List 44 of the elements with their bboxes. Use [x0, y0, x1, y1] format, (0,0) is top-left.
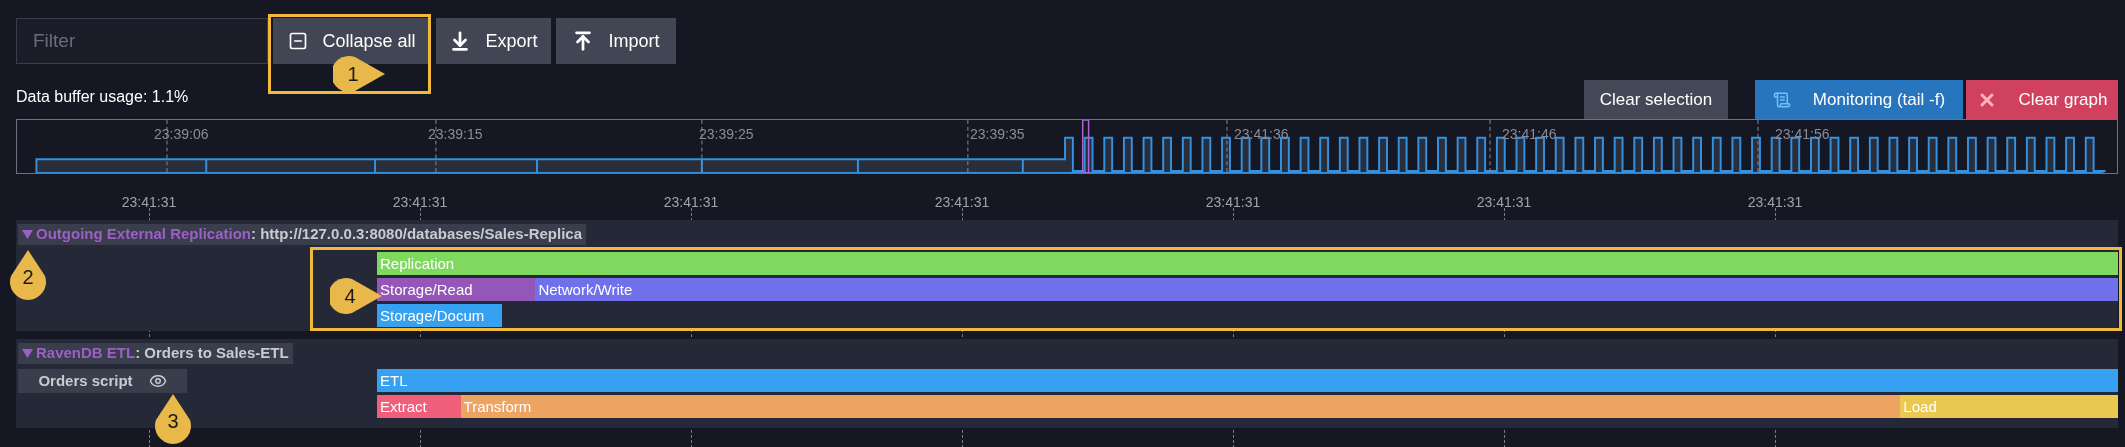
section-name: : Orders to Sales-ETL [135, 343, 289, 364]
time-axis-label: 23:41:31 [392, 193, 448, 212]
time-axis-label: 23:41:31 [1747, 193, 1803, 212]
document-icon [1772, 90, 1791, 109]
buffer-usage-text: Data buffer usage: 1.1% [16, 87, 189, 107]
collapse-icon [288, 31, 309, 51]
section-name: : http://127.0.0.3:8080/databases/Sales-Replica [251, 224, 583, 245]
eye-icon[interactable] [148, 372, 167, 390]
time-axis-label: 23:41:31 [663, 193, 719, 212]
section-type: RavenDB ETL [36, 343, 136, 364]
timeline-bar[interactable]: Storage/Read [377, 278, 536, 301]
overview-tick-label: 23:39:15 [428, 125, 483, 144]
monitoring-button[interactable]: Monitoring (tail -f) [1755, 80, 1963, 119]
collapse-triangle-icon[interactable] [22, 229, 33, 240]
collapse-button[interactable]: Collapse all [273, 18, 431, 64]
time-axis-label: 23:41:31 [934, 193, 990, 212]
export-button[interactable]: Export [436, 18, 551, 64]
section-header[interactable]: RavenDB ETL: Orders to Sales-ETL [18, 343, 293, 364]
callout: 2 [8, 250, 48, 300]
overview-tick-label: 23:41:36 [1234, 125, 1289, 144]
overview-tick-label: 23:41:56 [1775, 125, 1830, 144]
callout: 4 [330, 277, 382, 315]
section-header[interactable]: Outgoing External Replication: http://127.0.0.3:8080/databases/Sales-Replica [18, 224, 587, 245]
script-button[interactable]: Orders script [18, 369, 187, 393]
timeline-bar[interactable]: ETL [377, 369, 2118, 392]
filter-field[interactable]: Filter [16, 18, 268, 64]
callout: 1 [333, 55, 385, 93]
overview-tick-label: 23:39:35 [970, 125, 1025, 144]
overview-tick-label: 23:39:25 [699, 125, 754, 144]
clear-selection-button[interactable]: Clear selection [1584, 80, 1728, 119]
timeline-bar[interactable]: Extract [377, 395, 461, 418]
import-button[interactable]: Import [556, 18, 676, 64]
clear-graph-button[interactable]: Clear graph [1966, 80, 2118, 119]
time-axis-label: 23:41:31 [1476, 193, 1532, 212]
timeline-bar[interactable]: Network/Write [535, 278, 2118, 301]
section-type: Outgoing External Replication [36, 224, 252, 245]
collapse-triangle-icon[interactable] [22, 348, 33, 359]
overview-tick-label: 23:39:06 [154, 125, 209, 144]
time-axis-label: 23:41:31 [1205, 193, 1261, 212]
callout: 3 [153, 394, 193, 444]
overview-tick-label: 23:41:46 [1502, 125, 1557, 144]
time-axis-label: 23:41:31 [121, 193, 177, 212]
timeline-bar[interactable]: Storage/Docum [377, 304, 503, 327]
script-label: Orders script [38, 370, 133, 391]
